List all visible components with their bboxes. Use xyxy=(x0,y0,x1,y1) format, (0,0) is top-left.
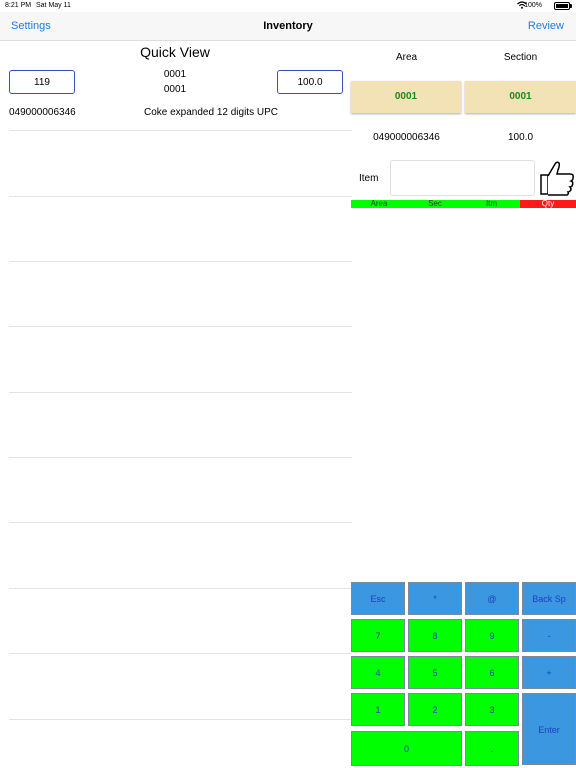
status-date: Sat May 11 xyxy=(36,2,71,9)
at-key[interactable]: @ xyxy=(465,582,519,615)
settings-button[interactable]: Settings xyxy=(11,20,51,32)
decimal-key[interactable]: . xyxy=(465,731,519,766)
star-key[interactable]: * xyxy=(408,582,462,615)
area-code: 0001 xyxy=(163,69,187,80)
qty-indicator: Qty xyxy=(520,200,576,208)
area-indicator: Area xyxy=(351,200,407,208)
esc-key[interactable]: Esc xyxy=(351,582,405,615)
thumbs-up-icon[interactable] xyxy=(538,160,576,196)
row-divider xyxy=(9,457,352,458)
row-divider xyxy=(9,196,352,197)
battery-icon xyxy=(554,2,572,10)
row-divider xyxy=(9,392,352,393)
scanned-upc: 049000006346 xyxy=(373,132,440,143)
key-0[interactable]: 0 xyxy=(351,731,462,766)
area-value-button[interactable]: 0001 xyxy=(351,81,461,113)
key-9[interactable]: 9 xyxy=(465,619,519,652)
section-indicator: Sec xyxy=(407,200,463,208)
review-button[interactable]: Review xyxy=(528,20,564,32)
status-time: 8:21 PM xyxy=(5,2,32,9)
key-4[interactable]: 4 xyxy=(351,656,405,689)
key-7[interactable]: 7 xyxy=(351,619,405,652)
key-5[interactable]: 5 xyxy=(408,656,462,689)
nav-bar: Inventory Settings Review xyxy=(0,12,576,41)
battery-percent: 100% xyxy=(524,2,542,9)
row-divider xyxy=(9,719,352,720)
row-divider xyxy=(9,261,352,262)
row-divider xyxy=(9,522,352,523)
item-input[interactable] xyxy=(390,160,535,196)
count-box[interactable]: 119 xyxy=(9,70,75,94)
key-1[interactable]: 1 xyxy=(351,693,405,726)
plus-key[interactable]: + xyxy=(522,656,576,689)
key-3[interactable]: 3 xyxy=(465,693,519,726)
section-header: Section xyxy=(503,52,538,63)
scanned-qty: 100.0 xyxy=(507,132,534,143)
quick-view-description: Coke expanded 12 digits UPC xyxy=(144,107,278,118)
enter-key[interactable]: Enter xyxy=(522,693,576,765)
row-divider xyxy=(9,130,352,131)
key-8[interactable]: 8 xyxy=(408,619,462,652)
section-value-button[interactable]: 0001 xyxy=(465,81,576,113)
key-6[interactable]: 6 xyxy=(465,656,519,689)
item-indicator: Itm xyxy=(463,200,520,208)
qty-box[interactable]: 100.0 xyxy=(277,70,343,94)
item-label: Item xyxy=(359,173,379,184)
area-header: Area xyxy=(395,52,418,63)
section-code: 0001 xyxy=(163,84,187,95)
row-divider xyxy=(9,653,352,654)
row-divider xyxy=(9,326,352,327)
row-divider xyxy=(9,588,352,589)
quick-view-title: Quick View xyxy=(140,44,210,60)
minus-key[interactable]: - xyxy=(522,619,576,652)
key-2[interactable]: 2 xyxy=(408,693,462,726)
status-bar: 8:21 PM Sat May 11 100% xyxy=(0,0,576,12)
backspace-key[interactable]: Back Sp xyxy=(522,582,576,615)
quick-view-upc: 049000006346 xyxy=(9,107,76,118)
nav-title: Inventory xyxy=(263,20,313,32)
